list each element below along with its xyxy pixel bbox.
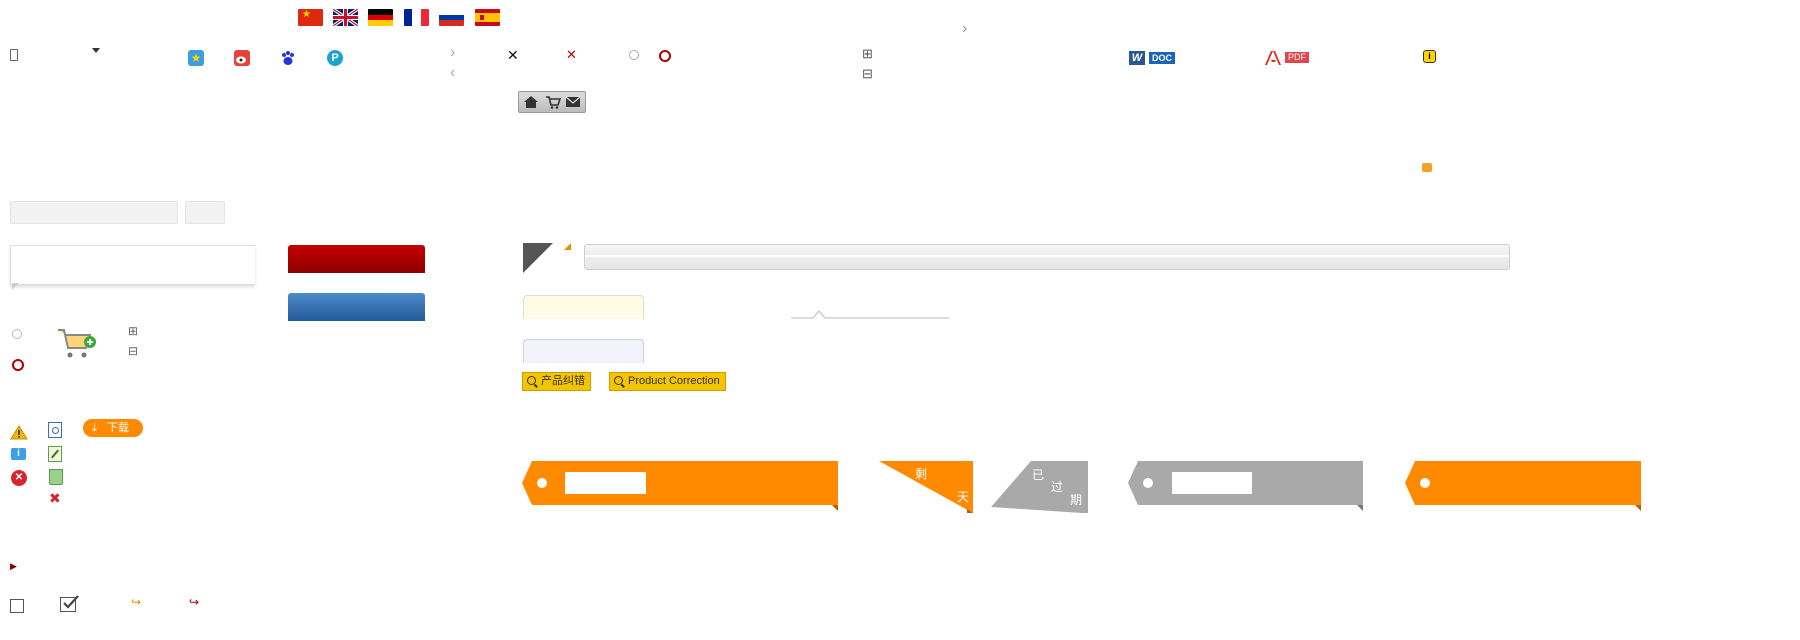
home-icon[interactable] [523,95,539,109]
corner-triangle-orange [564,243,571,250]
product-correction-zh-button[interactable]: 产品纠错 [522,372,591,391]
blue-button[interactable] [288,293,425,321]
qzone-icon[interactable]: ★ [188,50,204,66]
tag-hole [1143,478,1153,488]
comment-tail [12,283,19,290]
france-flag-icon[interactable] [404,9,429,26]
download-icon: ⤓ [92,422,97,434]
adobe-icon[interactable] [1265,51,1281,65]
search-icon [614,376,623,385]
error-icon: ✕ [11,470,27,486]
document-search-icon[interactable] [48,422,62,438]
pengyou-icon[interactable]: P [327,50,343,66]
download-button[interactable]: ⤓ 下载 [83,419,143,437]
chevron-right-icon[interactable]: › [962,20,967,38]
info-badge-icon: i [1423,50,1436,63]
tab-lavender[interactable] [523,339,644,363]
gray-tag-ribbon [1128,461,1363,511]
search-icon [527,376,536,385]
red-button[interactable] [288,245,425,273]
product-correction-en-button[interactable]: Product Correction [609,372,726,391]
orange-tag-ribbon-plain [1405,461,1641,511]
expand-icon[interactable]: ⊞ [862,46,873,62]
recycle-bin-icon[interactable] [49,469,63,485]
tag-fold [832,505,838,511]
collapse-icon[interactable]: ⊟ [862,66,873,82]
remaining-prefix: 剩 [915,467,928,481]
mobile-icon [10,49,18,61]
search-red-icon[interactable] [659,50,671,62]
product-correction-zh-label: 产品纠错 [541,375,585,387]
comment-box[interactable] [10,245,255,285]
tooltip-pointer-line [791,310,949,319]
doc-label: DOC [1149,52,1175,64]
expired-char-2: 过 [1051,480,1064,494]
close-red-icon[interactable]: ✕ [566,47,577,63]
search-icon[interactable] [629,50,639,60]
progress-track [584,244,1510,270]
close-icon[interactable]: ✕ [507,47,519,64]
checkbox-checked[interactable] [60,595,79,612]
chevron-left-icon[interactable]: ‹ [450,64,455,82]
tag-hole [537,478,547,488]
remaining-suffix: 天 [957,490,970,504]
redo-red-icon[interactable]: ↪ [189,595,199,609]
expired-char-1: 已 [1032,468,1045,482]
days-remaining-corner-badge: 剩 天 [879,461,973,513]
mail-icon[interactable] [565,96,581,108]
tag-hole [1420,478,1430,488]
pdf-label: PDF [1285,52,1309,63]
download-label: 下载 [107,422,129,434]
china-flag-icon[interactable]: ★ [298,9,323,26]
weibo-icon[interactable] [234,50,250,66]
info-icon: i [11,448,26,460]
orange-tag-ribbon [522,461,838,511]
expand-small-icon[interactable]: ⊞ [128,324,138,338]
expired-corner-badge: 已 过 期 [991,461,1088,513]
search-red-icon[interactable] [12,359,24,371]
expired-char-3: 期 [1070,493,1083,507]
add-to-cart-icon[interactable] [56,326,98,360]
tag-fold [1635,505,1641,511]
baidu-icon[interactable] [280,50,296,66]
corner-triangle-dark [523,243,553,273]
text-input-placeholder[interactable] [10,201,178,224]
checkbox-unchecked[interactable] [10,599,24,613]
dropdown-arrow-icon[interactable] [92,48,100,53]
collapse-small-icon[interactable]: ⊟ [128,344,138,358]
word-icon[interactable]: W [1129,51,1145,65]
chevron-right-icon[interactable]: › [450,44,455,62]
cart-icon[interactable] [545,95,561,109]
spain-flag-icon[interactable] [475,9,500,26]
warning-icon [10,425,28,445]
product-correction-en-label: Product Correction [628,375,720,387]
uk-flag-icon[interactable] [333,9,358,26]
redo-orange-icon[interactable]: ↪ [131,595,141,609]
play-icon[interactable]: ▶ [10,561,17,572]
tag-value-box [565,472,646,494]
tag-fold [1357,505,1363,511]
germany-flag-icon[interactable] [368,9,393,26]
search-gray-icon[interactable] [12,329,22,339]
delete-icon[interactable]: ✖ [49,491,61,505]
shortcut-toolbar [518,91,586,113]
tab-yellow[interactable] [523,295,644,319]
small-button[interactable] [185,201,225,224]
tag-value-box [1172,472,1252,494]
russia-flag-icon[interactable] [439,9,464,26]
small-orange-icon[interactable] [1422,163,1432,172]
edit-note-icon[interactable] [48,446,62,462]
